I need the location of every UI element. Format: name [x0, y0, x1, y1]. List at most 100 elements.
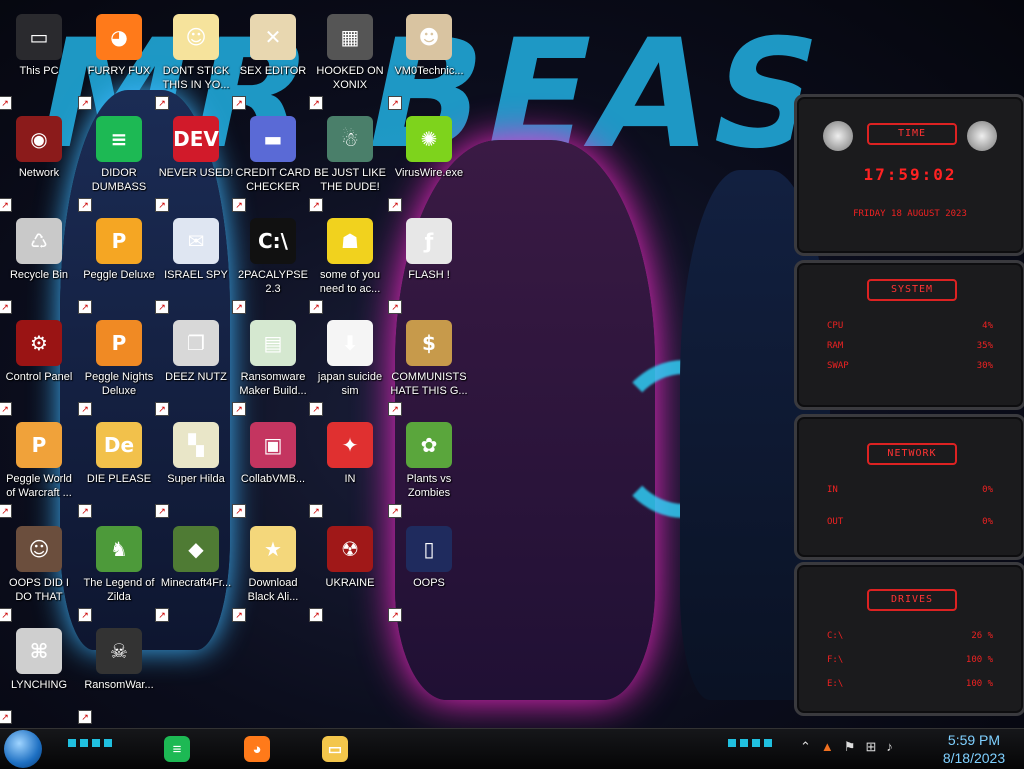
- desktop-icon[interactable]: ☺ ↗ DONT STICK THIS IN YO...: [155, 8, 235, 110]
- desktop-icon[interactable]: ▣ ↗ CollabVMB...: [232, 416, 312, 518]
- desktop-icon[interactable]: ◉ ↗ Network: [0, 110, 78, 212]
- desktop-icon-glyph: ◉: [16, 116, 62, 162]
- shortcut-arrow-icon: ↗: [78, 710, 92, 724]
- start-button[interactable]: [4, 730, 42, 768]
- shortcut-arrow-icon: ↗: [232, 300, 246, 314]
- taskbar-clock[interactable]: 5:59 PM 8/18/2023: [932, 729, 1016, 769]
- desktop-icon[interactable]: C:\ ↗ 2PACALYPSE 2.3: [232, 212, 312, 314]
- desktop-icon[interactable]: ☻ ↗ VM0Technic...: [388, 8, 468, 110]
- shortcut-arrow-icon: ↗: [232, 96, 246, 110]
- desktop-icon-glyph: P: [16, 422, 62, 468]
- time-widget: TIME 17:59:02 FRIDAY 18 AUGUST 2023: [794, 94, 1024, 256]
- desktop-icon[interactable]: ✕ ↗ SEX EDITOR: [232, 8, 312, 110]
- desktop-icon-glyph: ☺: [16, 526, 62, 572]
- desktop-icon[interactable]: ☠ ↗ RansomWar...: [78, 622, 158, 724]
- desktop-icon[interactable]: P ↗ Peggle World of Warcraft ...: [0, 416, 78, 518]
- network-status-icon[interactable]: ⊞: [865, 739, 876, 759]
- shortcut-arrow-icon: ↗: [155, 198, 169, 212]
- drives-row: E:\ 100 %: [827, 679, 993, 693]
- desktop-icon[interactable]: ▭ ↗ This PC: [0, 8, 78, 110]
- system-row: CPU 4%: [827, 321, 993, 335]
- desktop-icon-label: Ransomware Maker Build...: [239, 371, 307, 397]
- system-row-name: SWAP: [827, 361, 849, 371]
- desktop-icon-label: LYNCHING: [10, 679, 68, 691]
- shortcut-arrow-icon: ↗: [232, 608, 246, 622]
- desktop-icon[interactable]: ★ ↗ Download Black Ali...: [232, 520, 312, 622]
- desktop-icon[interactable]: ✿ ↗ Plants vs Zombies: [388, 416, 468, 518]
- drives-widget: DRIVES C:\ 26 % F:\ 100 % E:\ 100 %: [794, 562, 1024, 716]
- shortcut-arrow-icon: ↗: [0, 504, 12, 518]
- desktop-icon[interactable]: ⚙ ↗ Control Panel: [0, 314, 78, 416]
- desktop-icon-label: FURRY FUX: [87, 65, 151, 77]
- desktop-icon-label: CollabVMB...: [240, 473, 306, 485]
- desktop-icon-label: Download Black Ali...: [247, 577, 299, 603]
- system-row: RAM 35%: [827, 341, 993, 355]
- desktop-icon-label: ISRAEL SPY: [164, 269, 228, 281]
- shortcut-arrow-icon: ↗: [309, 198, 323, 212]
- desktop-icon-label: OOPS DID I DO THAT: [9, 577, 69, 603]
- shortcut-arrow-icon: ↗: [0, 300, 12, 314]
- desktop-icon[interactable]: ƒ ↗ FLASH !: [388, 212, 468, 314]
- desktop-icon[interactable]: ✦ ↗ IN: [309, 416, 389, 518]
- drives-row-name: E:\: [827, 679, 844, 689]
- desktop-icon[interactable]: P ↗ Peggle Deluxe: [78, 212, 158, 314]
- desktop-icon-label: BE JUST LIKE THE DUDE!: [314, 167, 386, 193]
- app-green-icon[interactable]: ≡: [160, 733, 194, 765]
- volume-icon[interactable]: ♪: [886, 739, 893, 759]
- taskbar: ⌃ ▲ ⚑ ⊞ ♪ 5:59 PM 8/18/2023 ≡ ◕ ▭: [0, 728, 1024, 769]
- network-heading: NETWORK: [867, 443, 957, 465]
- drives-heading: DRIVES: [867, 589, 957, 611]
- shortcut-arrow-icon: ↗: [0, 198, 12, 212]
- desktop-icon[interactable]: De ↗ DIE PLEASE: [78, 416, 158, 518]
- desktop-icon[interactable]: ▯ ↗ OOPS: [388, 520, 468, 622]
- desktop-icon[interactable]: ✺ ↗ VirusWire.exe: [388, 110, 468, 212]
- desktop-icon[interactable]: P ↗ Peggle Nights Deluxe: [78, 314, 158, 416]
- drives-row-name: C:\: [827, 631, 844, 641]
- file-explorer-icon[interactable]: ▭: [318, 733, 352, 765]
- desktop-icon[interactable]: ❐ ↗ DEEZ NUTZ: [155, 314, 235, 416]
- firefox-icon[interactable]: ◕: [240, 733, 274, 765]
- desktop-icon-glyph: ▤: [250, 320, 296, 366]
- desktop-icon-glyph: ✺: [406, 116, 452, 162]
- desktop-icon[interactable]: ⬇ ↗ japan suicide sim: [309, 314, 389, 416]
- system-heading: SYSTEM: [867, 279, 957, 301]
- tray-app-icon[interactable]: ▲: [821, 739, 834, 759]
- shortcut-arrow-icon: ↗: [388, 608, 402, 622]
- desktop-icon[interactable]: ☗ ↗ some of you need to ac...: [309, 212, 389, 314]
- desktop-icon[interactable]: $ ↗ COMMUNISTS HATE THIS G...: [388, 314, 468, 416]
- action-center-flag-icon[interactable]: ⚑: [844, 739, 856, 759]
- desktop-icon[interactable]: ☺ ↗ OOPS DID I DO THAT: [0, 520, 78, 622]
- shortcut-arrow-icon: ↗: [78, 608, 92, 622]
- desktop-icon[interactable]: ♺ ↗ Recycle Bin: [0, 212, 78, 314]
- desktop-icon[interactable]: ◕ ↗ FURRY FUX: [78, 8, 158, 110]
- drives-row-value: 100 %: [965, 679, 993, 689]
- shortcut-arrow-icon: ↗: [388, 198, 402, 212]
- shortcut-arrow-icon: ↗: [78, 504, 92, 518]
- desktop-icon[interactable]: ☢ ↗ UKRAINE: [309, 520, 389, 622]
- desktop-icon[interactable]: ✉ ↗ ISRAEL SPY: [155, 212, 235, 314]
- desktop-icon-glyph: ☠: [96, 628, 142, 674]
- shortcut-arrow-icon: ↗: [0, 402, 12, 416]
- shortcut-arrow-icon: ↗: [388, 300, 402, 314]
- taskbar-left-decor: [68, 739, 116, 747]
- desktop-icon[interactable]: ☃ ↗ BE JUST LIKE THE DUDE!: [309, 110, 389, 212]
- desktop-icon[interactable]: ▚ ↗ Super Hilda: [155, 416, 235, 518]
- desktop-icon-glyph: $: [406, 320, 452, 366]
- desktop-icon[interactable]: ♞ ↗ The Legend of Zilda: [78, 520, 158, 622]
- desktop-icon[interactable]: DEV ↗ NEVER USED!: [155, 110, 235, 212]
- shortcut-arrow-icon: ↗: [155, 608, 169, 622]
- show-hidden-icons-icon[interactable]: ⌃: [800, 739, 811, 759]
- desktop-icon[interactable]: ⌘ ↗ LYNCHING: [0, 622, 78, 724]
- desktop-icon-glyph: ▦: [327, 14, 373, 60]
- desktop-icon[interactable]: ▦ ↗ HOOKED ON XONIX: [309, 8, 389, 110]
- network-row: OUT 0%: [827, 517, 993, 531]
- desktop-icon-glyph: ★: [250, 526, 296, 572]
- desktop-icon[interactable]: ◆ ↗ Minecraft4Fr...: [155, 520, 235, 622]
- desktop-icon-label: Super Hilda: [167, 473, 225, 485]
- desktop-icon-label: NEVER USED!: [158, 167, 234, 179]
- shortcut-arrow-icon: ↗: [78, 198, 92, 212]
- shortcut-arrow-icon: ↗: [232, 198, 246, 212]
- desktop-icon[interactable]: ▤ ↗ Ransomware Maker Build...: [232, 314, 312, 416]
- desktop-icon[interactable]: ≡ ↗ DIDOR DUMBASS: [78, 110, 158, 212]
- desktop-icon[interactable]: ▬ ↗ CREDIT CARD CHECKER: [232, 110, 312, 212]
